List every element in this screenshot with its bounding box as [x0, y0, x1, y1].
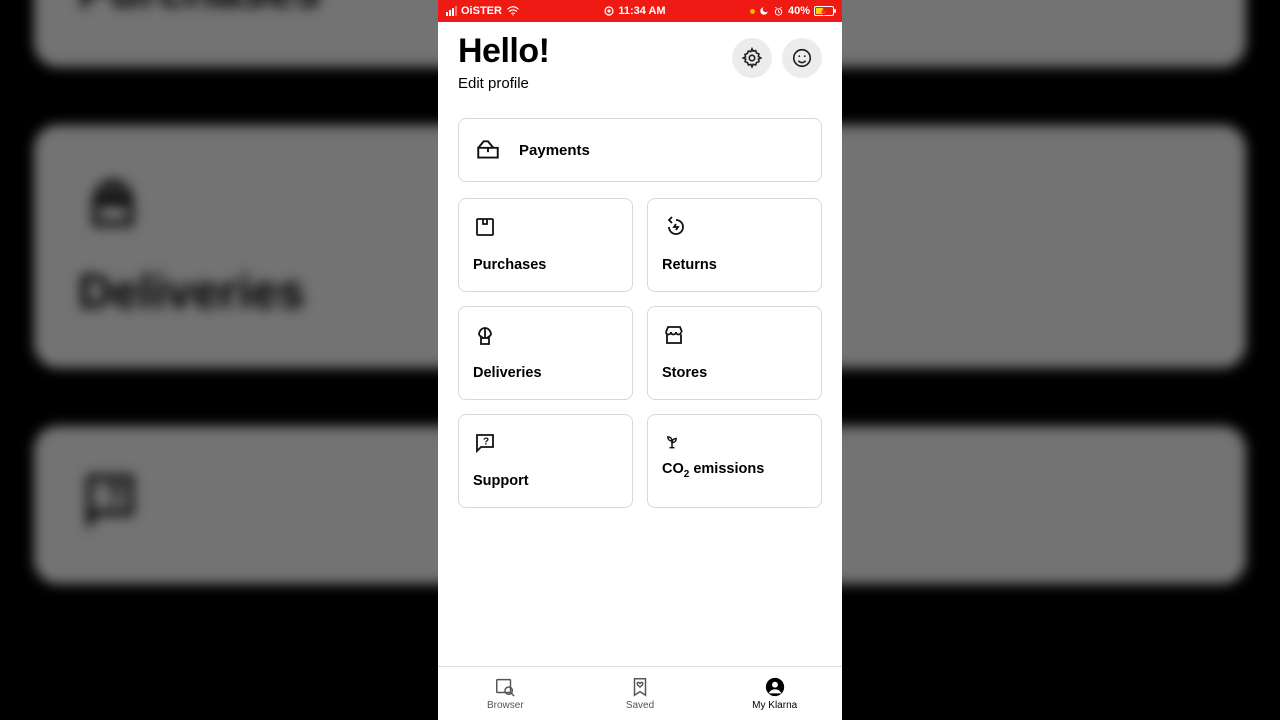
browser-icon	[494, 676, 516, 698]
wifi-icon	[506, 6, 520, 16]
co2-tile[interactable]: CO2 emissions	[647, 414, 822, 508]
battery-icon	[814, 6, 834, 16]
purchases-tile[interactable]: Purchases	[458, 198, 633, 292]
return-icon	[662, 215, 686, 239]
saved-icon	[629, 676, 651, 698]
alarm-icon	[773, 6, 784, 17]
parachute-icon	[473, 323, 497, 347]
store-icon	[662, 323, 686, 347]
smiley-icon	[791, 47, 813, 69]
phone-frame: OiSTER 11:34 AM 40% Hello! Edit profile	[438, 0, 842, 720]
stores-tile[interactable]: Stores	[647, 306, 822, 400]
tab-saved[interactable]: Saved	[573, 667, 708, 720]
dot-indicator-icon	[750, 9, 755, 14]
status-bar: OiSTER 11:34 AM 40%	[438, 0, 842, 22]
tab-bar: Browser Saved My Klarna	[438, 666, 842, 720]
face-button[interactable]	[782, 38, 822, 78]
clock-label: 11:34 AM	[618, 5, 665, 17]
support-icon: ?	[473, 431, 497, 455]
co2-label: CO2 emissions	[662, 461, 807, 480]
deliveries-label: Deliveries	[473, 365, 618, 381]
svg-text:?: ?	[483, 437, 489, 448]
moon-icon	[759, 6, 769, 16]
stores-label: Stores	[662, 365, 807, 381]
plant-icon	[662, 431, 682, 451]
signal-bars-icon	[446, 6, 457, 16]
profile-icon	[764, 676, 786, 698]
tab-myklarna-label: My Klarna	[752, 700, 797, 711]
settings-button[interactable]	[732, 38, 772, 78]
payments-card[interactable]: Payments	[458, 118, 822, 182]
svg-text:?: ?	[104, 478, 124, 514]
support-label: Support	[473, 473, 618, 489]
payments-label: Payments	[519, 142, 590, 159]
tab-browser-label: Browser	[487, 700, 524, 711]
tab-browser[interactable]: Browser	[438, 667, 573, 720]
tab-saved-label: Saved	[626, 700, 654, 711]
record-icon	[604, 6, 614, 16]
deliveries-tile[interactable]: Deliveries	[458, 306, 633, 400]
edit-profile-link[interactable]: Edit profile	[458, 75, 549, 92]
battery-pct-label: 40%	[788, 5, 810, 17]
support-tile[interactable]: ? Support	[458, 414, 633, 508]
carrier-label: OiSTER	[461, 5, 502, 17]
returns-label: Returns	[662, 257, 807, 273]
tab-myklarna[interactable]: My Klarna	[707, 667, 842, 720]
gear-icon	[741, 47, 763, 69]
page-title: Hello!	[458, 32, 549, 71]
purchases-label: Purchases	[473, 257, 618, 273]
wallet-icon	[475, 137, 501, 163]
box-icon	[473, 215, 497, 239]
returns-tile[interactable]: Returns	[647, 198, 822, 292]
